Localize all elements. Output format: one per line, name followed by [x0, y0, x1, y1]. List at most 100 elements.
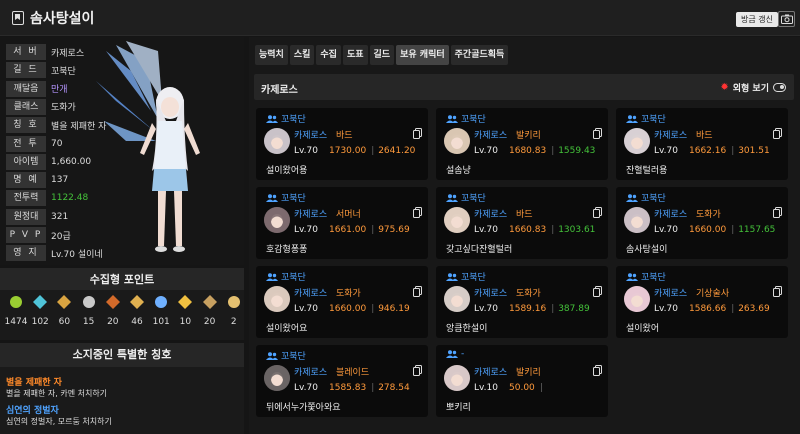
combat-power: 1303.61 [558, 225, 596, 235]
character-server: 카제로스 [474, 368, 508, 378]
orpheus-star-icon [178, 295, 193, 309]
character-name: 설이왔어요 [266, 324, 308, 334]
item-level: 1660.00 [689, 225, 727, 235]
collect-points: 1474 102 60 15 20 46 101 10 20 2 [0, 290, 244, 340]
character-server: 카제로스 [294, 368, 328, 378]
item-level: 1589.16 [509, 304, 547, 314]
character-card[interactable]: - 카제로스 발키리 Lv.10 50.00 | 뽀키리 [436, 345, 608, 417]
collect-count: 20 [203, 317, 216, 327]
collect-item[interactable]: 60 [52, 294, 76, 327]
profile-row: 원정대 321 [6, 208, 68, 225]
character-name: 호감형퐁퐁 [266, 245, 308, 255]
copy-icon[interactable] [413, 128, 422, 139]
appearance-label: 외형 보기 [732, 84, 769, 94]
character-card[interactable]: 꼬북단 카제로스 바드 Lv.70 1730.00 | 2641.20 설이왔어용 [256, 108, 428, 180]
tab-charts[interactable]: 도표 [342, 45, 368, 65]
guild-tag: 꼬북단 [626, 191, 666, 204]
character-level: Lv.70 [654, 304, 678, 314]
character-card[interactable]: 꼬북단 카제로스 바드 Lv.70 1662.16 | 301.51 잔혈털러용 [616, 108, 788, 180]
profile-row: 명 예 137 [6, 172, 68, 189]
collect-item[interactable]: 10 [173, 294, 197, 327]
collect-item[interactable]: 101 [149, 294, 173, 327]
people-icon [446, 350, 458, 358]
collect-item[interactable]: 46 [125, 294, 149, 327]
guild-name: 꼬북단 [461, 194, 486, 204]
guild-tag: - [446, 349, 464, 359]
combat-power: 301.51 [738, 146, 770, 156]
collect-item[interactable]: 15 [77, 294, 101, 327]
top-bar: 솜사탕설이 방금 갱신 [0, 0, 800, 36]
guild-tag: 꼬북단 [266, 349, 306, 362]
copy-icon[interactable] [773, 128, 782, 139]
character-name: 솜사탕설이 [626, 245, 668, 255]
character-level: Lv.70 [294, 146, 318, 156]
tab-guild[interactable]: 길드 [369, 45, 395, 65]
character-card[interactable]: 꼬북단 카제로스 도화가 Lv.70 1660.00 | 1157.65 솜사탕설이 [616, 187, 788, 259]
character-class: 기상술사 [696, 289, 730, 299]
server-header: 카제로스 ✹ 외형 보기 [254, 74, 794, 100]
toggle-icon[interactable] [773, 83, 786, 92]
copy-icon[interactable] [413, 365, 422, 376]
sun-icon: ✹ [720, 82, 729, 93]
divider: | [540, 383, 544, 393]
copy-icon[interactable] [413, 286, 422, 297]
collect-item[interactable]: 20 [198, 294, 222, 327]
tab-collection[interactable]: 수집 [316, 45, 341, 65]
tab-stats[interactable]: 능력치 [255, 45, 288, 65]
character-class: 블레이드 [336, 368, 370, 378]
bookmark-icon[interactable] [12, 11, 24, 25]
character-card[interactable]: 꼬북단 카제로스 기상술사 Lv.70 1586.66 | 263.69 설이왔어 [616, 266, 788, 338]
character-class: 도화가 [336, 289, 361, 299]
character-card[interactable]: 꼬북단 카제로스 서머너 Lv.70 1661.00 | 975.69 호감형퐁퐁 [256, 187, 428, 259]
character-name: 설이왔어 [626, 324, 660, 334]
people-icon [266, 114, 278, 123]
guild-tag: 꼬북단 [626, 270, 666, 283]
character-card[interactable]: 꼬북단 카제로스 바드 Lv.70 1660.83 | 1303.61 갖고싶다잔혈털러 [436, 187, 608, 259]
combat-power: 278.54 [378, 383, 410, 393]
character-portrait [624, 286, 650, 312]
camera-button[interactable] [778, 11, 795, 27]
collect-item[interactable]: 2 [222, 294, 246, 327]
divider: | [371, 383, 375, 393]
refresh-button[interactable]: 방금 갱신 [736, 12, 778, 27]
character-card[interactable]: 꼬북단 카제로스 블레이드 Lv.70 1585.83 | 278.54 뒤에서누가쫓아와요 [256, 345, 428, 417]
collect-count: 20 [107, 317, 119, 327]
giant-heart-icon [82, 296, 95, 308]
character-card[interactable]: 꼬북단 카제로스 발키리 Lv.70 1680.83 | 1559.43 설솜냥 [436, 108, 608, 180]
copy-icon[interactable] [593, 207, 602, 218]
copy-icon[interactable] [593, 128, 602, 139]
profile-row: 깨달음 만개 [6, 80, 68, 97]
character-class: 도화가 [516, 289, 541, 299]
great-art-icon [57, 295, 72, 309]
character-card[interactable]: 꼬북단 카제로스 도화가 Lv.70 1660.00 | 946.19 설이왔어요 [256, 266, 428, 338]
people-icon [266, 351, 278, 360]
character-avatar [96, 41, 200, 252]
character-portrait [264, 128, 290, 154]
copy-icon[interactable] [413, 207, 422, 218]
item-level: 1662.16 [689, 146, 727, 156]
character-portrait [444, 365, 470, 391]
collect-item[interactable]: 20 [101, 294, 125, 327]
copy-icon[interactable] [773, 207, 782, 218]
tab-characters[interactable]: 보유 캐릭터 [396, 45, 449, 65]
mokoko-seed-icon [10, 296, 22, 308]
title-desc: 심연의 정벌자, 모르둠 처치하기 [6, 417, 112, 426]
appearance-toggle[interactable]: ✹ 외형 보기 [720, 81, 786, 94]
copy-icon[interactable] [773, 286, 782, 297]
divider: | [731, 146, 735, 156]
tab-weekly-gold[interactable]: 주간골드획득 [450, 45, 509, 65]
character-server: 카제로스 [474, 131, 508, 141]
character-card[interactable]: 꼬북단 카제로스 도화가 Lv.70 1589.16 | 387.89 앙큼한설이 [436, 266, 608, 338]
collect-item[interactable]: 102 [28, 294, 52, 327]
guild-name: 꼬북단 [641, 273, 666, 283]
item-level: 1660.00 [329, 304, 367, 314]
collect-item[interactable]: 1474 [4, 294, 28, 327]
item-level: 1660.83 [509, 225, 547, 235]
tab-skills[interactable]: 스킬 [289, 45, 315, 65]
copy-icon[interactable] [593, 286, 602, 297]
adventure-tome-icon [130, 295, 144, 309]
guild-name: 꼬북단 [461, 115, 486, 125]
tab-bar: 능력치 스킬 수집 도표 길드 보유 캐릭터 주간골드획득 [255, 45, 509, 65]
copy-icon[interactable] [593, 365, 602, 376]
combat-power: 1157.65 [738, 225, 776, 235]
